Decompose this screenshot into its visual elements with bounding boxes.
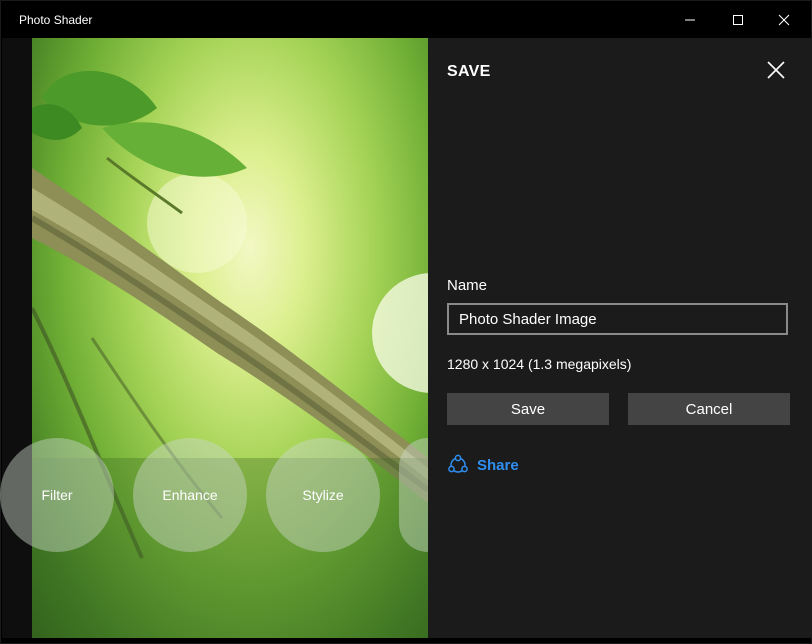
panel-title: SAVE bbox=[447, 63, 491, 80]
share-label: Share bbox=[477, 456, 519, 474]
left-strip bbox=[2, 38, 32, 638]
tool-filter-button[interactable]: Filter bbox=[0, 438, 114, 552]
tool-next-button[interactable] bbox=[399, 438, 428, 552]
tool-label: Filter bbox=[41, 487, 73, 503]
close-panel-button[interactable] bbox=[764, 58, 788, 82]
cancel-button[interactable]: Cancel bbox=[628, 393, 790, 425]
tool-label: Stylize bbox=[302, 487, 344, 503]
save-panel: SAVE Name 1280 x 1024 (1.3 megapixels) S… bbox=[428, 38, 812, 638]
minimize-icon bbox=[685, 19, 695, 20]
save-button[interactable]: Save bbox=[447, 393, 609, 425]
photo-illustration bbox=[32, 70, 428, 638]
maximize-icon bbox=[733, 14, 743, 25]
maximize-button[interactable] bbox=[715, 1, 761, 38]
tool-label: Enhance bbox=[162, 487, 218, 503]
close-window-button[interactable] bbox=[761, 1, 807, 38]
title-bar: Photo Shader bbox=[1, 1, 811, 38]
app-window: Photo Shader Filter Enhance Stylize SAVE… bbox=[0, 0, 812, 644]
share-link[interactable]: Share bbox=[447, 454, 519, 476]
tool-enhance-button[interactable]: Enhance bbox=[133, 438, 247, 552]
name-input[interactable] bbox=[447, 303, 788, 335]
image-dimensions: 1280 x 1024 (1.3 megapixels) bbox=[447, 356, 632, 372]
minimize-button[interactable] bbox=[667, 1, 713, 38]
tool-stylize-button[interactable]: Stylize bbox=[266, 438, 380, 552]
photo-canvas[interactable] bbox=[32, 38, 428, 638]
window-title: Photo Shader bbox=[19, 13, 93, 27]
share-icon bbox=[448, 454, 468, 473]
name-label: Name bbox=[447, 277, 488, 294]
close-icon bbox=[767, 61, 785, 79]
close-icon bbox=[778, 14, 790, 25]
